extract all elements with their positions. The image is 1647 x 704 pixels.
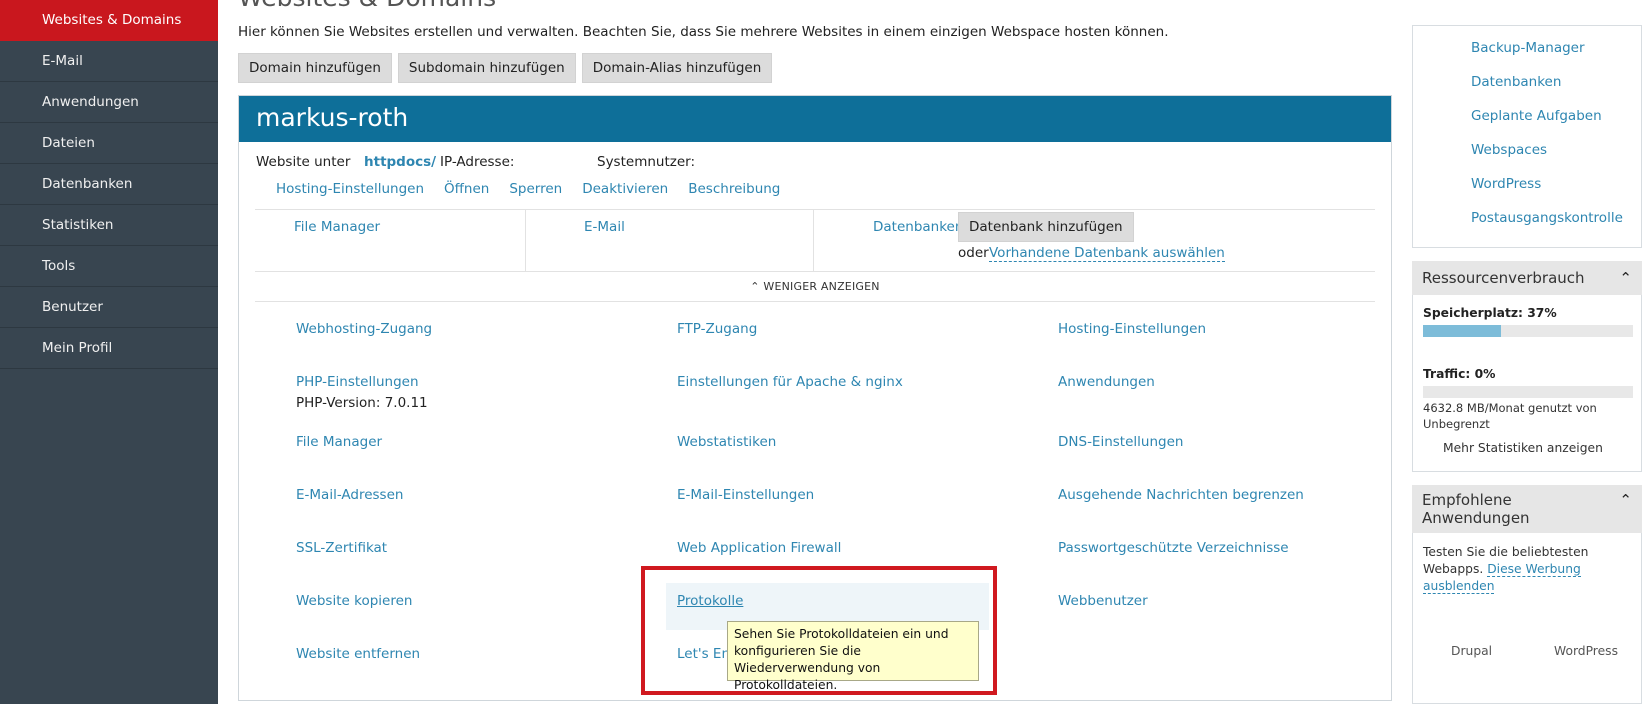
page-intro: Hier können Sie Websites erstellen und v… <box>238 24 1169 40</box>
web-application-firewall-link[interactable]: Web Application Firewall <box>677 540 841 556</box>
app-drupal[interactable]: Drupal <box>1451 643 1492 659</box>
sidebar-item-websites-domains[interactable]: Websites & Domains <box>0 0 218 41</box>
apache-nginx-settings-link[interactable]: Einstellungen für Apache & nginx <box>677 374 903 390</box>
show-less-toggle[interactable]: ⌃ WENIGER ANZEIGEN <box>255 271 1375 302</box>
resource-usage-body: Speicherplatz: 37% Traffic: 0% 4632.8 MB… <box>1412 295 1642 472</box>
traffic-note: 4632.8 MB/Monat genutzt von Unbegrenzt <box>1423 401 1597 431</box>
traffic-label: Traffic: 0% <box>1423 367 1496 381</box>
storage-label: Speicherplatz: 37% <box>1423 306 1557 320</box>
email-settings-link[interactable]: E-Mail-Einstellungen <box>677 487 814 503</box>
add-database-button[interactable]: Datenbank hinzufügen <box>958 212 1134 242</box>
resource-usage-header[interactable]: Ressourcenverbrauch ⌃ <box>1412 261 1642 295</box>
sidebar-item-statistics[interactable]: Statistiken <box>0 205 218 246</box>
sidebar-item-applications[interactable]: Anwendungen <box>0 82 218 123</box>
column-divider <box>813 210 814 272</box>
wordpress-tool-link[interactable]: WordPress <box>1471 176 1541 192</box>
add-domain-alias-button[interactable]: Domain-Alias hinzufügen <box>581 53 773 83</box>
recommended-apps-body: Testen Sie die beliebtesten Webapps. Die… <box>1412 533 1642 704</box>
php-settings-link[interactable]: PHP-Einstellungen <box>296 374 419 390</box>
copy-website-link[interactable]: Website kopieren <box>296 593 412 609</box>
webhosting-access-link[interactable]: Webhosting-Zugang <box>296 321 432 337</box>
open-link[interactable]: Öffnen <box>444 181 489 197</box>
sidebar-item-my-profile[interactable]: Mein Profil <box>0 328 218 369</box>
ip-address-label: IP-Adresse: <box>440 154 515 170</box>
dns-settings-link[interactable]: DNS-Einstellungen <box>1058 434 1183 450</box>
chevron-up-icon[interactable]: ⌃ <box>1619 491 1632 509</box>
resource-usage-title: Ressourcenverbrauch <box>1422 269 1585 287</box>
show-less-label: WENIGER ANZEIGEN <box>763 280 880 293</box>
hosting-settings-link[interactable]: Hosting-Einstellungen <box>276 181 424 197</box>
sidebar-item-tools[interactable]: Tools <box>0 246 218 287</box>
recommended-apps-title: Empfohlene Anwendungen <box>1422 491 1530 527</box>
file-manager-grid-link[interactable]: File Manager <box>296 434 382 450</box>
file-manager-link[interactable]: File Manager <box>294 219 380 235</box>
sidebar-item-users[interactable]: Benutzer <box>0 287 218 328</box>
databases-tool-link[interactable]: Datenbanken <box>1471 74 1561 90</box>
web-statistics-link[interactable]: Webstatistiken <box>677 434 776 450</box>
more-statistics-link[interactable]: Mehr Statistiken anzeigen <box>1443 440 1603 456</box>
app-wordpress[interactable]: WordPress <box>1554 643 1618 659</box>
site-name: markus-roth <box>239 96 1391 142</box>
chevron-up-icon: ⌃ <box>750 280 760 293</box>
webspaces-link[interactable]: Webspaces <box>1471 142 1547 158</box>
traffic-progress-bar <box>1423 386 1633 398</box>
logs-tooltip: Sehen Sie Protokolldateien ein und konfi… <box>727 621 979 692</box>
chevron-up-icon[interactable]: ⌃ <box>1619 261 1632 295</box>
email-link[interactable]: E-Mail <box>584 219 625 235</box>
databases-link[interactable]: Datenbanken <box>873 219 963 235</box>
recommended-apps-header[interactable]: Empfohlene Anwendungen ⌃ <box>1412 485 1642 533</box>
select-existing-database-link[interactable]: Vorhandene Datenbank auswählen <box>989 245 1225 262</box>
action-bar: Domain hinzufügen Subdomain hinzufügen D… <box>238 53 773 83</box>
php-version-text: PHP-Version: 7.0.11 <box>296 395 428 411</box>
description-link[interactable]: Beschreibung <box>688 181 780 197</box>
sidebar-item-files[interactable]: Dateien <box>0 123 218 164</box>
site-links: Hosting-Einstellungen Öffnen Sperren Dea… <box>276 181 800 197</box>
or-label: oder <box>958 245 989 261</box>
docroot-link[interactable]: httpdocs/ <box>364 154 436 170</box>
outgoing-mail-control-link[interactable]: Postausgangskontrolle <box>1471 210 1623 226</box>
add-subdomain-button[interactable]: Subdomain hinzufügen <box>397 53 576 83</box>
page-title: Websites & Domains <box>238 0 496 12</box>
add-domain-button[interactable]: Domain hinzufügen <box>238 53 392 83</box>
password-protected-directories-link[interactable]: Passwortgeschützte Verzeichnisse <box>1058 540 1289 556</box>
quick-access-columns: File Manager E-Mail Datenbanken Datenban… <box>255 209 1375 272</box>
disable-link[interactable]: Deaktivieren <box>582 181 668 197</box>
website-under-label: Website unter <box>256 154 351 170</box>
scheduled-tasks-link[interactable]: Geplante Aufgaben <box>1471 108 1602 124</box>
hosting-settings-grid-link[interactable]: Hosting-Einstellungen <box>1058 321 1206 337</box>
column-divider <box>525 210 526 272</box>
sidebar-item-databases[interactable]: Datenbanken <box>0 164 218 205</box>
email-addresses-link[interactable]: E-Mail-Adressen <box>296 487 403 503</box>
system-user-label: Systemnutzer: <box>597 154 696 170</box>
web-users-link[interactable]: Webbenutzer <box>1058 593 1148 609</box>
suspend-link[interactable]: Sperren <box>509 181 562 197</box>
sidebar-item-email[interactable]: E-Mail <box>0 41 218 82</box>
tools-panel: Backup-Manager Datenbanken Geplante Aufg… <box>1412 25 1642 248</box>
ssl-certificate-link[interactable]: SSL-Zertifikat <box>296 540 387 556</box>
backup-manager-link[interactable]: Backup-Manager <box>1471 40 1585 56</box>
recommended-text: Testen Sie die beliebtesten Webapps. Die… <box>1423 544 1628 595</box>
remove-website-link[interactable]: Website entfernen <box>296 646 420 662</box>
ftp-access-link[interactable]: FTP-Zugang <box>677 321 757 337</box>
applications-link[interactable]: Anwendungen <box>1058 374 1155 390</box>
storage-progress-fill <box>1423 325 1501 337</box>
left-sidebar: Websites & Domains E-Mail Anwendungen Da… <box>0 0 218 704</box>
limit-outgoing-messages-link[interactable]: Ausgehende Nachrichten begrenzen <box>1058 487 1304 503</box>
storage-progress-bar <box>1423 325 1633 337</box>
